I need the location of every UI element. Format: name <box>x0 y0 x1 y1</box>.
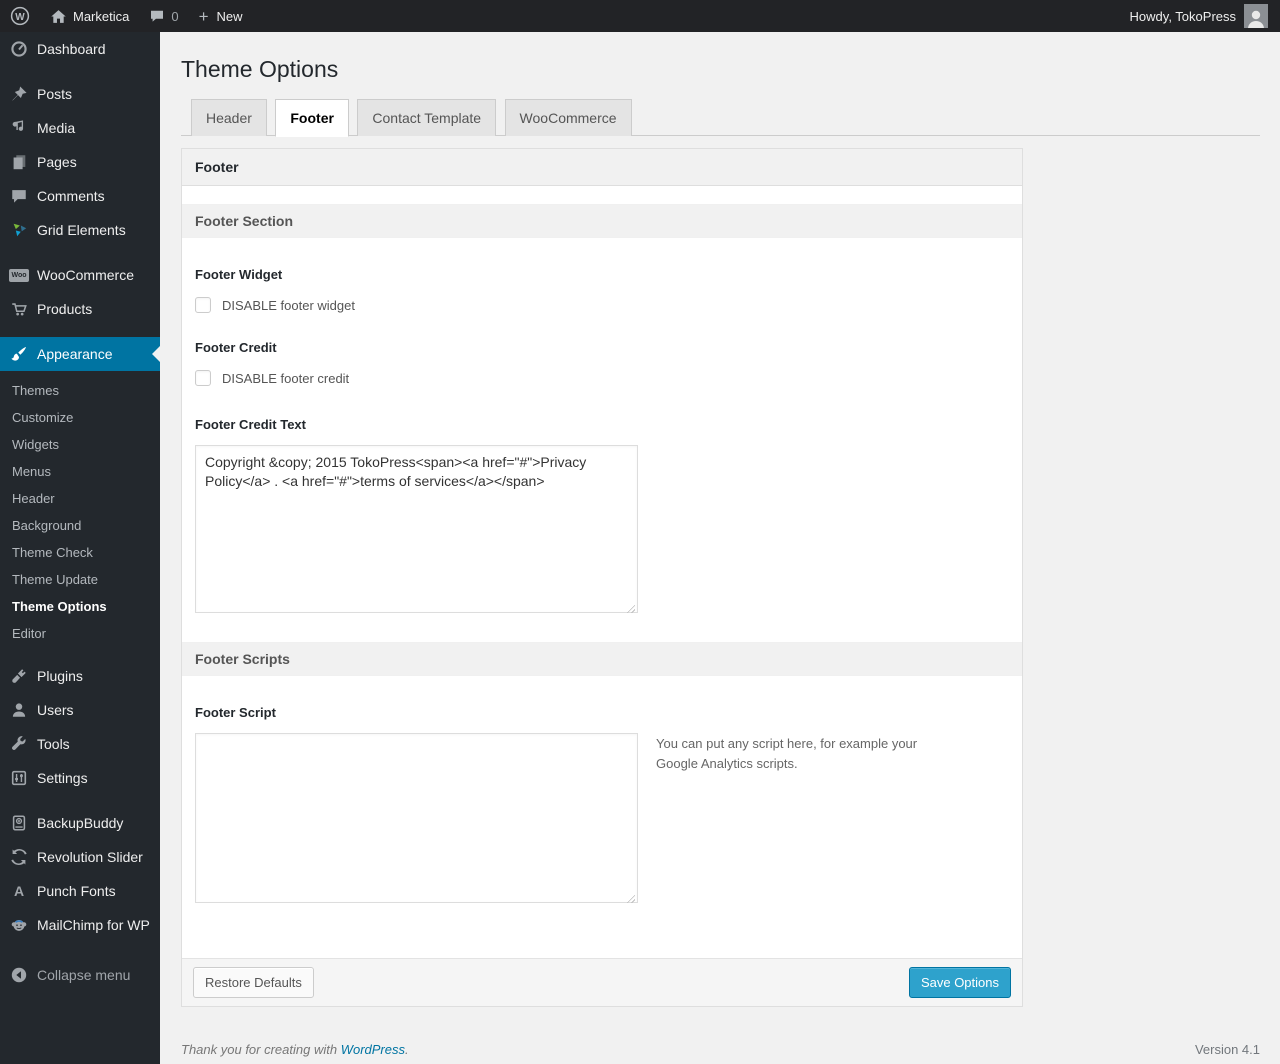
pages-icon <box>9 152 29 172</box>
footer-section-header: Footer Section <box>182 204 1022 238</box>
howdy-account-link[interactable]: Howdy, TokoPress <box>1130 9 1236 24</box>
footer-scripts-fields: Footer Script You can put any script her… <box>182 676 1022 958</box>
submenu-menus[interactable]: Menus <box>0 458 160 485</box>
footer-credit-text-label: Footer Credit Text <box>195 417 306 432</box>
submenu-header[interactable]: Header <box>0 485 160 512</box>
site-name-label: Marketica <box>73 8 130 24</box>
revolution-slider-icon <box>9 847 29 867</box>
disable-footer-widget-label: DISABLE footer widget <box>222 297 355 313</box>
collapse-menu-button[interactable]: Collapse menu <box>0 958 160 992</box>
punch-fonts-icon: A <box>13 883 25 899</box>
users-icon <box>9 700 29 720</box>
footer-credit-text-textarea[interactable]: Copyright &copy; 2015 TokoPress<span><a … <box>195 445 638 613</box>
wordpress-logo-icon: W <box>10 6 30 26</box>
footer-widget-label: Footer Widget <box>195 267 283 282</box>
sidebar-item-woocommerce[interactable]: Woo WooCommerce <box>0 258 160 292</box>
submenu-background[interactable]: Background <box>0 512 160 539</box>
sidebar-item-pages[interactable]: Pages <box>0 145 160 179</box>
admin-sidebar: Dashboard Posts Media Pages Comments Gri… <box>0 32 160 1064</box>
avatar[interactable] <box>1244 4 1268 28</box>
tools-icon <box>9 734 29 754</box>
panel-header: Footer <box>182 149 1022 186</box>
disable-footer-widget-checkbox[interactable] <box>195 297 211 313</box>
sidebar-item-appearance[interactable]: Appearance <box>0 337 160 371</box>
appearance-icon <box>9 344 29 364</box>
appearance-submenu: Themes Customize Widgets Menus Header Ba… <box>0 371 160 659</box>
sidebar-item-mailchimp[interactable]: MailChimp for WP <box>0 908 160 942</box>
site-name-link[interactable]: Marketica <box>40 0 139 32</box>
footer-scripts-header: Footer Scripts <box>182 642 1022 676</box>
footer-script-label: Footer Script <box>195 705 276 720</box>
footer-thanks-text: Thank you for creating with WordPress. <box>181 1042 409 1057</box>
submenu-theme-check[interactable]: Theme Check <box>0 539 160 566</box>
new-content-menu[interactable]: + New <box>189 0 253 32</box>
main-content: Theme Options Header Footer Contact Temp… <box>160 32 1280 1064</box>
submenu-customize[interactable]: Customize <box>0 404 160 431</box>
submenu-theme-options[interactable]: Theme Options <box>0 593 160 620</box>
theme-options-panel: Footer Footer Section Footer Widget DISA… <box>181 148 1023 1007</box>
submenu-editor[interactable]: Editor <box>0 620 160 647</box>
backupbuddy-icon <box>9 813 29 833</box>
comments-admin-bar[interactable]: 0 <box>139 0 188 32</box>
save-options-button[interactable]: Save Options <box>908 967 1011 998</box>
media-icon <box>9 118 29 138</box>
dashboard-icon <box>9 39 29 59</box>
footer-script-help-text: You can put any script here, for example… <box>656 736 918 772</box>
sidebar-item-backupbuddy[interactable]: BackupBuddy <box>0 806 160 840</box>
plus-icon: + <box>198 6 209 26</box>
sidebar-item-settings[interactable]: Settings <box>0 761 160 795</box>
sidebar-item-grid-elements[interactable]: Grid Elements <box>0 213 160 247</box>
panel-action-bar: Restore Defaults Save Options <box>182 958 1022 1006</box>
sidebar-item-plugins[interactable]: Plugins <box>0 659 160 693</box>
sidebar-item-revolution-slider[interactable]: Revolution Slider <box>0 840 160 874</box>
version-label: Version 4.1 <box>1194 1042 1260 1057</box>
tab-bar: Header Footer Contact Template WooCommer… <box>181 99 1260 138</box>
tab-woocommerce[interactable]: WooCommerce <box>504 99 632 137</box>
tab-header[interactable]: Header <box>191 99 267 137</box>
sidebar-item-punch-fonts[interactable]: A Punch Fonts <box>0 874 160 908</box>
disable-footer-credit-checkbox[interactable] <box>195 370 211 386</box>
sidebar-item-comments[interactable]: Comments <box>0 179 160 213</box>
wp-logo-menu[interactable]: W <box>0 0 40 32</box>
products-icon <box>9 299 29 319</box>
comment-count: 0 <box>171 8 179 24</box>
footer-script-textarea[interactable] <box>195 733 638 903</box>
collapse-icon <box>9 965 29 985</box>
comment-bubble-icon <box>149 8 165 24</box>
sidebar-item-media[interactable]: Media <box>0 111 160 145</box>
submenu-themes[interactable]: Themes <box>0 377 160 404</box>
submenu-widgets[interactable]: Widgets <box>0 431 160 458</box>
woocommerce-icon: Woo <box>9 265 29 285</box>
page-footer: Thank you for creating with WordPress. V… <box>181 1042 1260 1057</box>
sidebar-item-products[interactable]: Products <box>0 292 160 326</box>
tab-footer[interactable]: Footer <box>275 99 349 138</box>
footer-section-fields: Footer Widget DISABLE footer widget Foot… <box>182 238 1022 618</box>
svg-text:W: W <box>15 12 25 23</box>
admin-bar: W Marketica 0 + New Howdy, TokoPress <box>0 0 1280 32</box>
restore-defaults-button[interactable]: Restore Defaults <box>193 967 314 998</box>
disable-footer-credit-label: DISABLE footer credit <box>222 370 350 386</box>
sidebar-item-posts[interactable]: Posts <box>0 77 160 111</box>
footer-credit-label: Footer Credit <box>195 340 277 355</box>
posts-icon <box>9 84 29 104</box>
wordpress-link[interactable]: WordPress <box>341 1042 405 1057</box>
home-icon <box>50 8 67 25</box>
grid-elements-icon <box>9 220 29 240</box>
sidebar-item-users[interactable]: Users <box>0 693 160 727</box>
settings-icon <box>9 768 29 788</box>
submenu-theme-update[interactable]: Theme Update <box>0 566 160 593</box>
comments-icon <box>9 186 29 206</box>
sidebar-item-tools[interactable]: Tools <box>0 727 160 761</box>
plugins-icon <box>9 666 29 686</box>
page-title: Theme Options <box>181 56 339 82</box>
mailchimp-icon <box>9 915 29 935</box>
sidebar-item-dashboard[interactable]: Dashboard <box>0 32 160 66</box>
panel-spacer <box>182 186 1022 204</box>
tab-contact-template[interactable]: Contact Template <box>357 99 497 137</box>
new-label: New <box>216 8 243 24</box>
